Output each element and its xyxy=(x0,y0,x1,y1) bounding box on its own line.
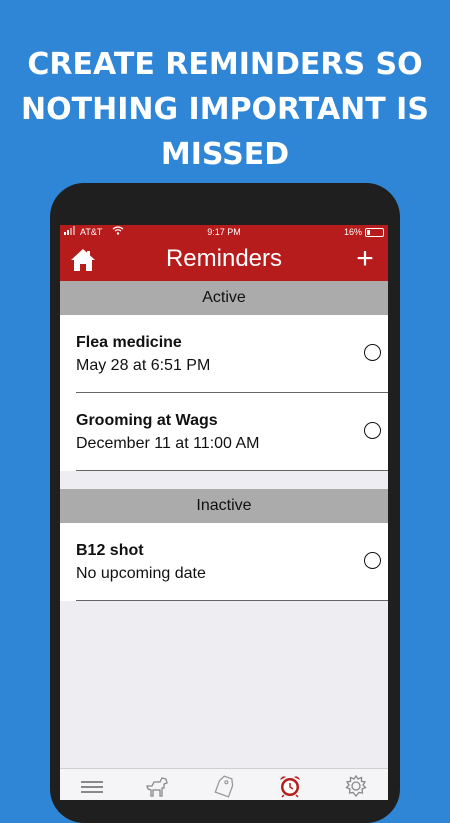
headline-line-2: NOTHING IMPORTANT IS xyxy=(21,92,429,127)
reminder-title: Grooming at Wags xyxy=(76,412,218,429)
reminder-toggle-radio[interactable] xyxy=(364,422,381,439)
alarm-clock-icon[interactable] xyxy=(277,774,303,798)
promo-headline: CREATE REMINDERS SO NOTHING IMPORTANT IS… xyxy=(0,42,450,177)
tab-bar xyxy=(60,768,388,800)
reminder-date: No upcoming date xyxy=(76,565,206,582)
reminder-date: December 11 at 11:00 AM xyxy=(76,435,260,452)
reminder-title: Flea medicine xyxy=(76,334,182,351)
section-header-inactive: Inactive xyxy=(60,489,388,523)
reminder-row[interactable]: B12 shot No upcoming date xyxy=(60,523,388,601)
gear-icon[interactable] xyxy=(343,774,369,798)
reminder-title: B12 shot xyxy=(76,542,144,559)
page-title: Reminders xyxy=(165,245,283,272)
reminder-toggle-radio[interactable] xyxy=(364,552,381,569)
reminder-toggle-radio[interactable] xyxy=(364,344,381,361)
tag-icon[interactable] xyxy=(212,774,238,798)
row-divider xyxy=(76,470,388,471)
reminder-date: May 28 at 6:51 PM xyxy=(76,357,211,374)
status-bar: AT&T 9:17 PM 16% xyxy=(60,225,388,239)
menu-icon[interactable] xyxy=(79,774,105,798)
headline-line-3: MISSED xyxy=(160,137,290,172)
battery-icon xyxy=(365,228,384,237)
app-screen: AT&T 9:17 PM 16% Reminders + Active Flea… xyxy=(60,225,388,800)
status-time: 9:17 PM xyxy=(207,227,241,237)
reminder-row[interactable]: Flea medicine May 28 at 6:51 PM xyxy=(60,315,388,393)
section-header-active: Active xyxy=(60,281,388,315)
add-reminder-button[interactable]: + xyxy=(352,243,378,275)
headline-line-1: CREATE REMINDERS SO xyxy=(27,47,423,82)
nav-bar: Reminders + xyxy=(60,239,388,281)
battery-percent: 16% xyxy=(343,227,362,237)
dog-icon[interactable] xyxy=(144,774,170,798)
reminder-row[interactable]: Grooming at Wags December 11 at 11:00 AM xyxy=(60,393,388,471)
row-divider xyxy=(76,600,388,601)
